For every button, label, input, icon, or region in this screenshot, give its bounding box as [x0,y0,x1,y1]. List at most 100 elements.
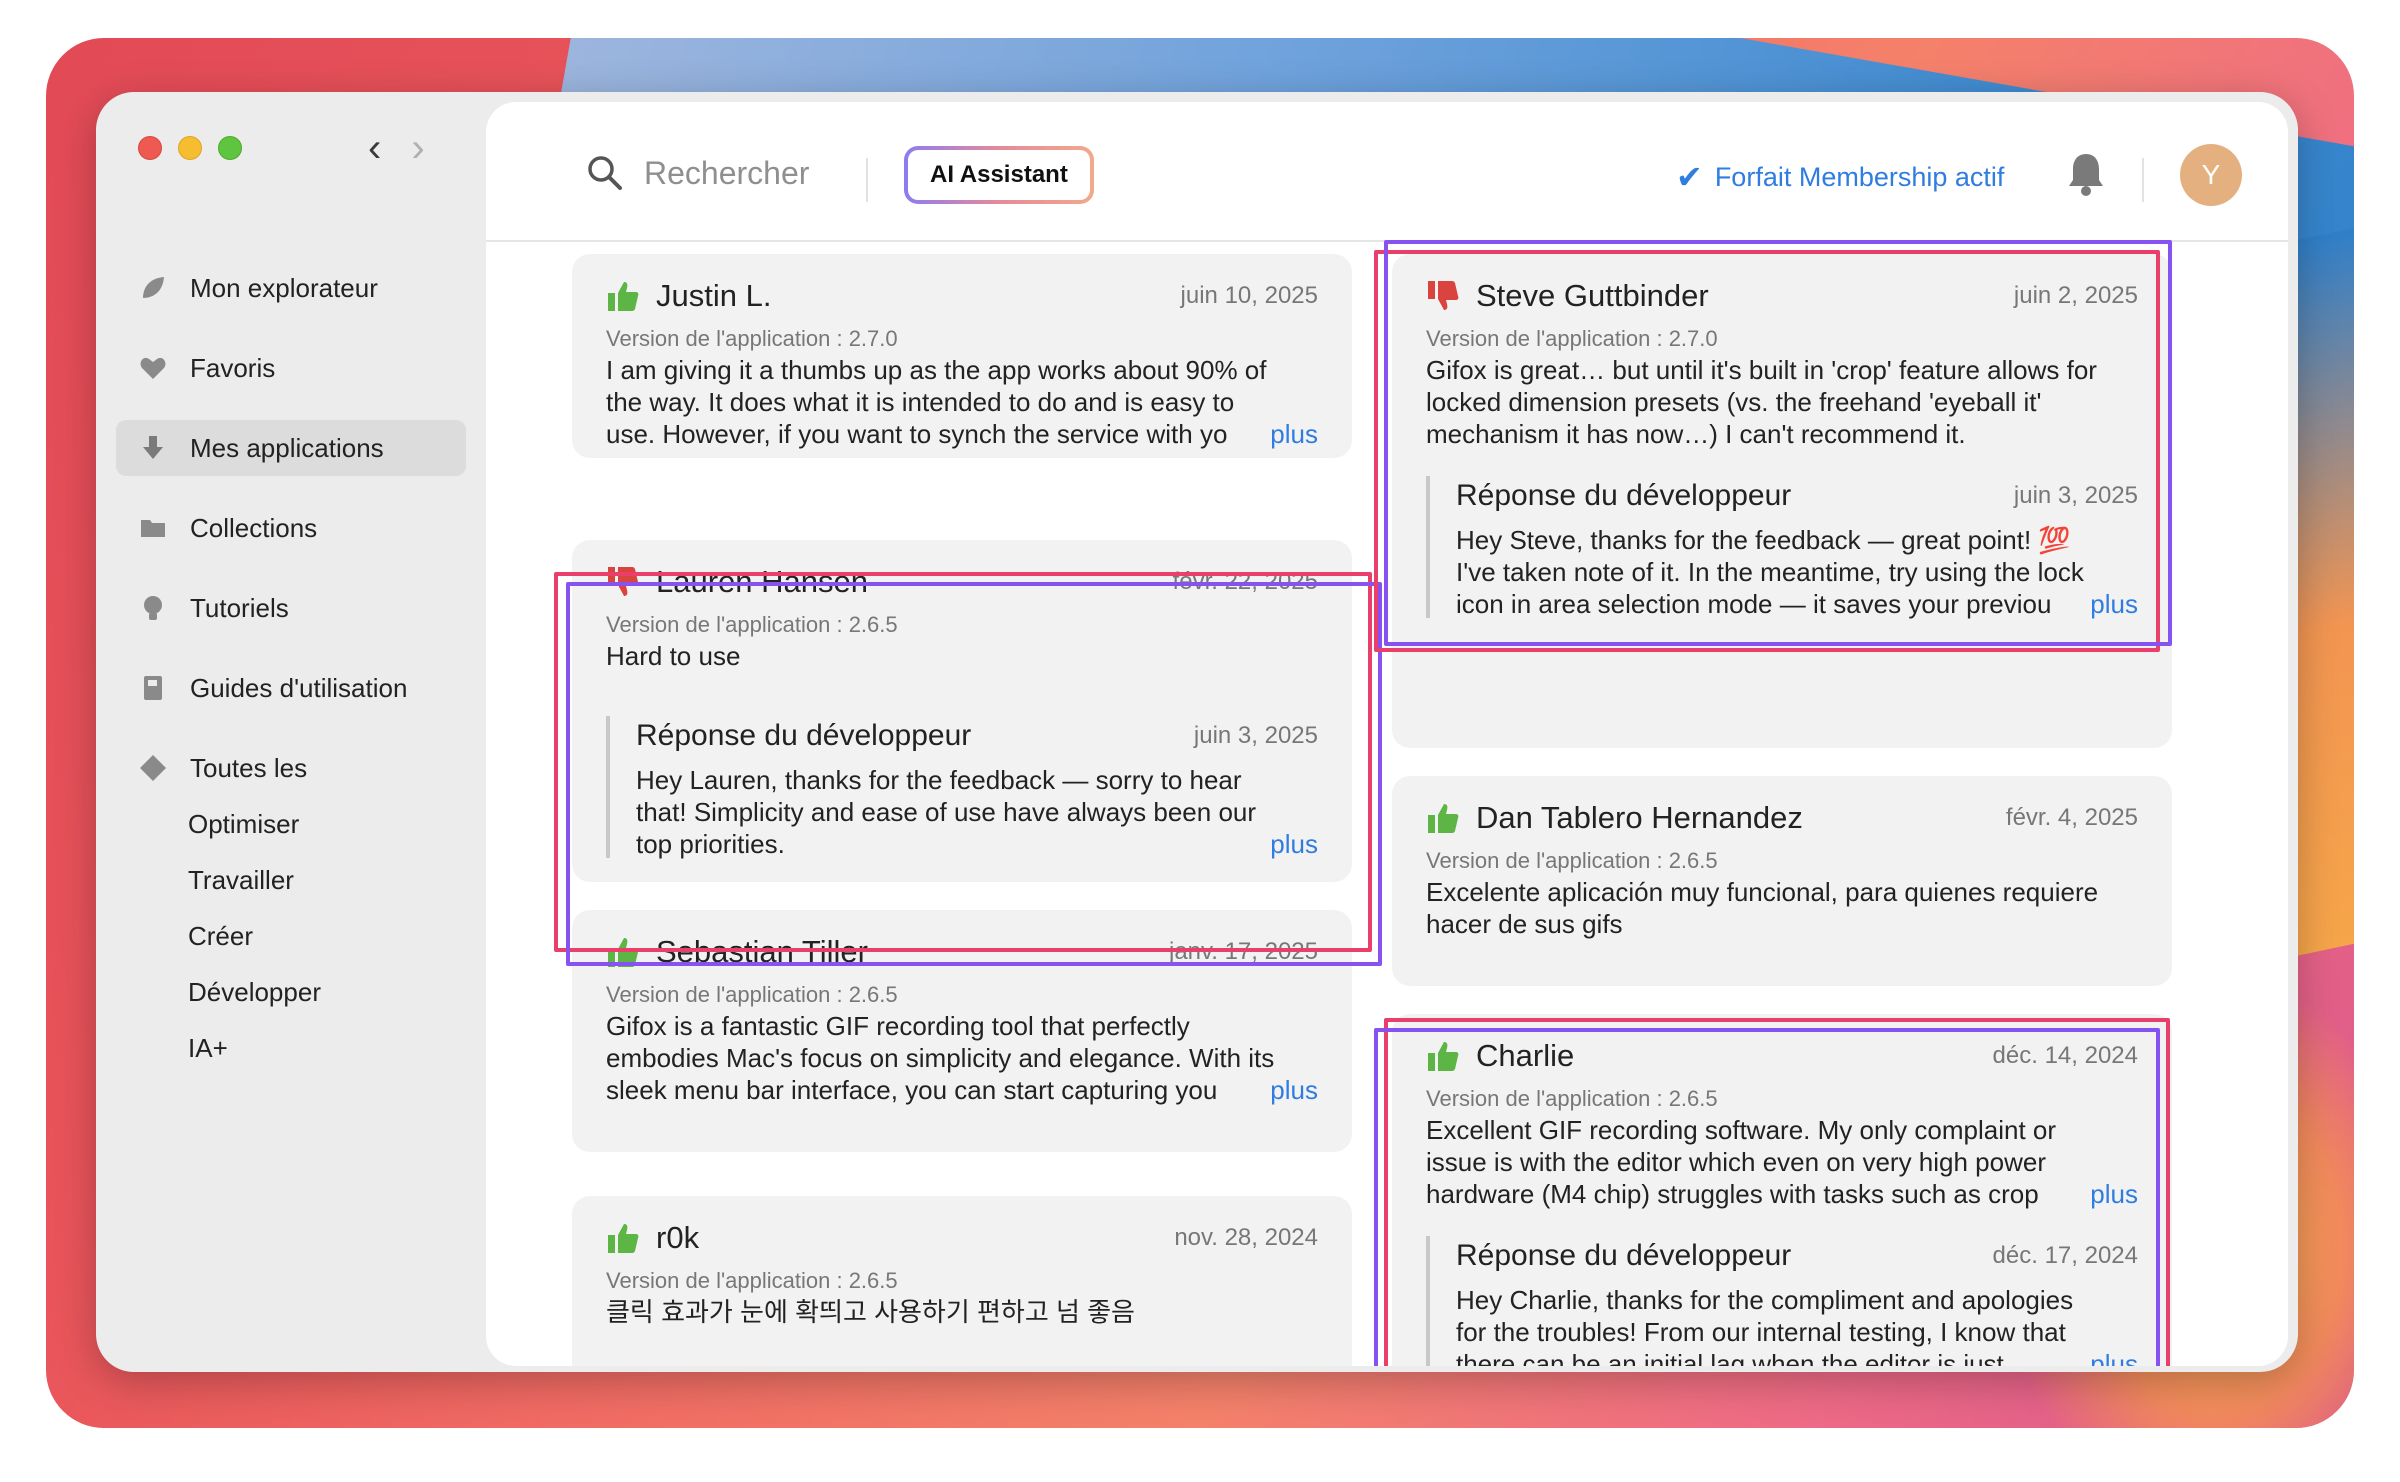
review-date: déc. 14, 2024 [1992,1042,2138,1069]
reply-body: Hey Steve, thanks for the feedback — gre… [1456,525,2138,620]
sidebar-item-label: Tutoriels [190,592,289,623]
reply-body: Hey Lauren, thanks for the feedback — so… [636,765,1318,860]
sidebar-subitem-create[interactable]: Créer [116,908,466,964]
review-header: Justin L. juin 10, 2025 [606,274,1318,318]
avatar[interactable]: Y [2180,144,2242,206]
thumbs-up-icon [1428,804,1459,833]
sidebar-subitem-develop[interactable]: Développer [116,964,466,1020]
developer-reply: Réponse du développeur juin 3, 2025 Hey … [606,716,1318,860]
download-arrow-icon [138,433,168,463]
thumbs-up-icon [608,1224,639,1253]
more-link[interactable]: plus [2060,1348,2138,1366]
sidebar-subcategories: Optimiser Travailler Créer Développer IA… [116,796,466,1076]
sidebar-subitem-ai[interactable]: IA+ [116,1020,466,1076]
more-link[interactable]: plus [1240,1074,1318,1106]
thumbs-down-icon [608,567,639,596]
sidebar-subitem-work[interactable]: Travailler [116,852,466,908]
sidebar-item-explorer[interactable]: Mon explorateur [116,260,466,316]
chevron-left-icon[interactable]: ‹ [368,126,381,170]
review-card: Charlie déc. 14, 2024 Version de l'appli… [1392,1014,2172,1366]
divider [2142,158,2144,202]
sidebar-item-label: Favoris [190,352,276,383]
review-date: juin 10, 2025 [1180,282,1318,309]
search-bar[interactable]: Rechercher [586,154,809,192]
divider [866,158,868,202]
membership-status[interactable]: ✔ Forfait Membership actif [1676,158,2004,196]
sidebar-item-my-apps[interactable]: Mes applications [116,420,466,476]
diamond-icon [138,753,168,783]
review-date: nov. 28, 2024 [1174,1224,1318,1251]
reply-title: Réponse du développeur [1456,1239,1792,1272]
close-window-button[interactable] [138,136,162,160]
developer-reply: Réponse du développeur juin 3, 2025 Hey … [1426,476,2138,620]
thumbs-up-icon [608,282,639,311]
app-version: Version de l'application : 2.6.5 [1426,1086,1718,1111]
review-date: févr. 4, 2025 [2005,804,2138,831]
reviewer-name: Sebastian Tiller [656,934,868,969]
review-body: Gifox is a fantastic GIF recording tool … [606,1011,1318,1106]
zoom-window-button[interactable] [218,136,242,160]
review-header: r0k nov. 28, 2024 [606,1216,1318,1260]
app-version: Version de l'application : 2.6.5 [1426,848,1718,873]
book-icon [138,673,168,703]
navigation-arrows: ‹ › [368,126,425,170]
sidebar-item-collections[interactable]: Collections [116,500,466,556]
review-body: Excellent GIF recording software. My onl… [1426,1115,2138,1210]
top-bar: Rechercher AI Assistant ✔ Forfait Member… [486,102,2288,242]
app-version: Version de l'application : 2.6.5 [606,1268,898,1293]
reviewer-name: Charlie [1476,1038,1575,1073]
reviewer-name: r0k [656,1220,700,1255]
thumbs-down-icon [1428,281,1459,310]
chevron-right-icon[interactable]: › [411,126,424,170]
sidebar-item-all[interactable]: Toutes les [116,740,466,796]
sidebar-item-label: Guides d'utilisation [190,672,408,703]
reply-title: Réponse du développeur [1456,479,1792,512]
review-body: Gifox is great… but until it's built in … [1426,355,2097,449]
review-card: Steve Guttbinder juin 2, 2025 Version de… [1392,254,2172,748]
sidebar-item-label: Mon explorateur [190,272,378,303]
review-body: Excelente aplicación muy funcional, para… [1426,877,2099,939]
sidebar: ‹ › Mon explorateur Favoris Mes applicat… [96,92,486,1372]
review-body: Hard to use [606,641,741,671]
app-window: ‹ › Mon explorateur Favoris Mes applicat… [96,92,2298,1372]
review-header: Sebastian Tiller janv. 17, 2025 [606,930,1318,974]
review-date: juin 2, 2025 [2013,282,2138,309]
developer-reply: Réponse du développeur déc. 17, 2024 Hey… [1426,1236,2138,1366]
sidebar-item-tutorials[interactable]: Tutoriels [116,580,466,636]
review-card: Dan Tablero Hernandez févr. 4, 2025 Vers… [1392,776,2172,986]
more-link[interactable]: plus [1240,418,1318,450]
app-version: Version de l'application : 2.6.5 [606,982,898,1007]
lightbulb-icon [138,593,168,623]
reply-date: juin 3, 2025 [2013,482,2138,509]
main-panel: Rechercher AI Assistant ✔ Forfait Member… [486,102,2288,1366]
checkmark-icon: ✔ [1676,159,1703,195]
review-header: Charlie déc. 14, 2024 [1426,1034,2138,1078]
sidebar-item-label: Toutes les [190,752,308,783]
thumbs-up-icon [608,938,639,967]
sidebar-item-favorites[interactable]: Favoris [116,340,466,396]
folder-icon [138,513,168,543]
reply-title: Réponse du développeur [636,719,972,752]
more-link[interactable]: plus [2060,588,2138,620]
ai-assistant-button[interactable]: AI Assistant [904,146,1094,204]
search-input[interactable]: Rechercher [644,155,809,192]
reviewer-name: Dan Tablero Hernandez [1476,800,1803,835]
leaf-icon [138,273,168,303]
membership-label: Forfait Membership actif [1714,161,2005,192]
app-version: Version de l'application : 2.6.5 [606,612,898,637]
review-card: Justin L. juin 10, 2025 Version de l'app… [572,254,1352,458]
review-header: Steve Guttbinder juin 2, 2025 [1426,274,2138,318]
sidebar-item-label: Collections [190,512,318,543]
more-link[interactable]: plus [1240,828,1318,860]
review-card: r0k nov. 28, 2024 Version de l'applicati… [572,1196,1352,1366]
review-body: I am giving it a thumbs up as the app wo… [606,355,1318,450]
review-body: 클릭 효과가 눈에 확띄고 사용하기 편하고 넘 좋음 [606,1297,1135,1327]
reviewer-name: Justin L. [656,278,772,313]
bell-icon[interactable] [2066,150,2106,198]
more-link[interactable]: plus [2060,1178,2138,1210]
sidebar-item-user-guides[interactable]: Guides d'utilisation [116,660,466,716]
sidebar-subitem-optimize[interactable]: Optimiser [116,796,466,852]
sidebar-item-label: Mes applications [190,432,384,463]
minimize-window-button[interactable] [178,136,202,160]
review-header: Dan Tablero Hernandez févr. 4, 2025 [1426,796,2138,840]
